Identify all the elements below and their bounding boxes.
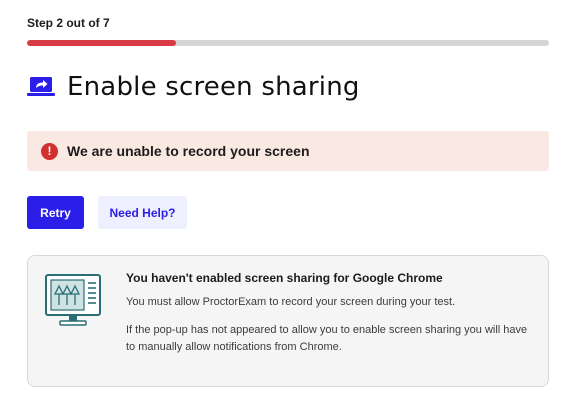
info-card-body: You haven't enabled screen sharing for G… [126, 271, 531, 356]
retry-button[interactable]: Retry [27, 196, 84, 229]
step-label: Step 2 out of 7 [27, 16, 110, 30]
need-help-button[interactable]: Need Help? [98, 196, 187, 229]
page-header: Enable screen sharing [27, 72, 360, 102]
info-heading: You haven't enabled screen sharing for G… [126, 271, 443, 285]
screen-share-icon [27, 75, 57, 99]
progress-bar-fill [27, 40, 177, 46]
alert-message: We are unable to record your screen [67, 143, 310, 159]
computer-monitor-icon [45, 274, 101, 326]
page-title: Enable screen sharing [67, 72, 360, 102]
info-paragraph: If the pop-up has not appeared to allow … [126, 324, 528, 353]
info-card: You haven't enabled screen sharing for G… [27, 255, 549, 387]
error-icon: ! [41, 142, 58, 160]
info-paragraph: You must allow ProctorExam to record you… [126, 296, 456, 308]
progress-bar [27, 40, 549, 46]
error-alert: ! We are unable to record your screen [27, 131, 549, 171]
